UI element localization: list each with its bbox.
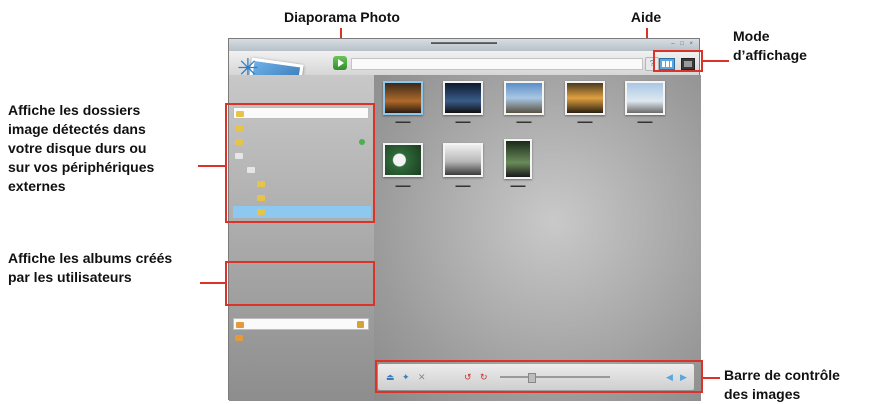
- leader-folders: [198, 165, 225, 167]
- callout-albums-line1: Affiche les albums créés: [8, 250, 173, 266]
- album-item[interactable]: [233, 318, 369, 330]
- album-icon: [236, 322, 244, 328]
- photo-thumbnail[interactable]: [625, 81, 665, 115]
- photo-caption: ▬▬▬: [455, 119, 471, 125]
- photo-thumbnail[interactable]: [383, 143, 423, 177]
- photo-thumbnail[interactable]: [383, 81, 423, 115]
- album-add-icon[interactable]: [357, 321, 364, 328]
- photo-caption: ▬▬▬: [577, 119, 593, 125]
- album-list: [229, 306, 374, 344]
- callout-help-text: Aide: [630, 9, 662, 25]
- photo-thumbnail[interactable]: [443, 81, 483, 115]
- callout-view-mode: Mode d’affichage: [733, 27, 853, 65]
- callout-slideshow: Diaporama Photo: [262, 8, 422, 27]
- callout-controlbar-line1: Barre de contrôle: [724, 367, 840, 383]
- callout-folders-line1: Affiche les dossiers: [8, 102, 141, 118]
- photo-caption: ▬▬▬: [637, 119, 653, 125]
- album-item[interactable]: [233, 332, 369, 344]
- title-bar: ▬▬▬▬▬▬▬▬▬▬▬ – □ ×: [229, 39, 699, 51]
- photo-caption: ▬▬▬: [395, 183, 411, 189]
- album-icon: [235, 335, 243, 341]
- photo-thumbnail[interactable]: [504, 139, 532, 179]
- callout-folders-line3: votre disque durs ou: [8, 140, 147, 156]
- photo-caption: ▬▬▬: [510, 183, 526, 189]
- callout-folders: Affiche les dossiers image détectés dans…: [8, 101, 198, 196]
- photo-caption: ▬▬▬: [516, 119, 532, 125]
- leader-controlbar: [703, 377, 720, 379]
- callout-folders-line4: sur vos périphériques: [8, 159, 155, 175]
- leader-albums: [200, 282, 225, 284]
- callout-controlbar-line2: des images: [724, 386, 801, 402]
- thumbnail-area: ▬▬▬ ▬▬▬ ▬▬▬ ▬▬▬ ▬▬▬ ▬▬▬ ▬▬▬ ▬▬▬: [374, 75, 701, 401]
- path-bar: [351, 58, 643, 70]
- highlight-control-bar: [375, 360, 703, 393]
- callout-folders-line2: image détectés dans: [8, 121, 146, 137]
- slideshow-button[interactable]: [333, 56, 347, 70]
- play-arrow-icon: [338, 59, 344, 67]
- window-title: ▬▬▬▬▬▬▬▬▬▬▬: [431, 40, 497, 46]
- callout-slideshow-text: Diaporama Photo: [284, 9, 400, 25]
- callout-view-mode-line1: Mode: [733, 28, 770, 44]
- callout-albums-line2: par les utilisateurs: [8, 269, 132, 285]
- leader-view-mode: [703, 60, 729, 62]
- callout-controlbar: Barre de contrôle des images: [724, 366, 875, 404]
- photo-caption: ▬▬▬: [395, 119, 411, 125]
- photo-caption: ▬▬▬: [455, 183, 471, 189]
- highlight-albums: [225, 261, 375, 306]
- photo-thumbnail[interactable]: [565, 81, 605, 115]
- highlight-folder-tree: [225, 103, 375, 223]
- highlight-view-mode: [653, 50, 703, 72]
- photo-thumbnail[interactable]: [504, 81, 544, 115]
- window-controls[interactable]: – □ ×: [671, 41, 695, 47]
- callout-folders-line5: externes: [8, 178, 66, 194]
- callout-view-mode-line2: d’affichage: [733, 47, 807, 63]
- photo-thumbnail[interactable]: [443, 143, 483, 177]
- callout-help: Aide: [616, 8, 676, 27]
- callout-albums: Affiche les albums créés par les utilisa…: [8, 249, 218, 287]
